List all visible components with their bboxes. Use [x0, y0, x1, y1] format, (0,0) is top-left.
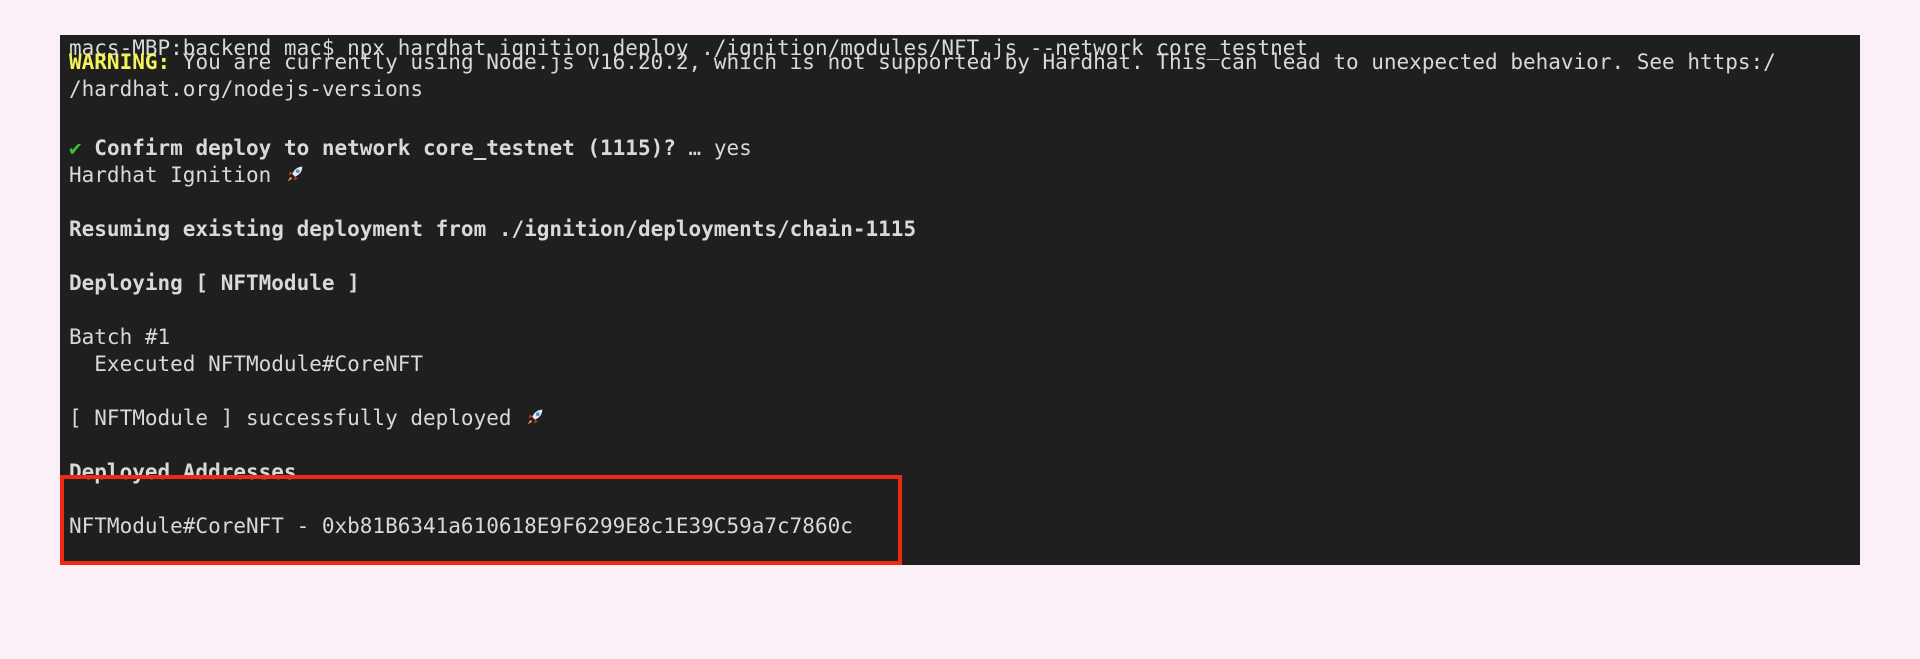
executed-line: Executed NFTModule#CoreNFT: [69, 351, 423, 378]
success-text: [ NFTModule ] successfully deployed: [69, 406, 525, 430]
executed-text: Executed NFTModule#CoreNFT: [69, 352, 424, 376]
ignition-title-line: Hardhat Ignition: [69, 162, 306, 189]
deploying-text: Deploying [ NFTModule ]: [69, 271, 360, 295]
confirm-answer: … yes: [675, 136, 752, 160]
warning-url-cont: /hardhat.org/nodejs-versions: [69, 77, 424, 101]
rocket-icon: [287, 166, 303, 182]
ignition-title: Hardhat Ignition: [69, 163, 284, 187]
resuming-text: Resuming existing deployment from ./igni…: [69, 217, 917, 241]
warning-text: You are currently using Node.js v16.20.2…: [170, 50, 1776, 74]
rocket-icon: [527, 409, 543, 425]
deploying-line: Deploying [ NFTModule ]: [69, 270, 360, 297]
batch-text: Batch #1: [69, 325, 171, 349]
confirm-prompt: Confirm deploy to network core_testnet (…: [81, 136, 676, 160]
success-line: [ NFTModule ] successfully deployed: [69, 405, 546, 432]
terminal-window[interactable]: macs-MBP:backend mac$ npx hardhat igniti…: [60, 35, 1860, 565]
warning-line: WARNING: You are currently using Node.js…: [69, 49, 1776, 76]
batch-line: Batch #1: [69, 324, 170, 351]
warning-label: WARNING:: [69, 50, 171, 74]
warning-continuation: /hardhat.org/nodejs-versions: [69, 76, 423, 103]
highlight-box: [60, 475, 902, 565]
checkmark-icon: ✔: [69, 136, 82, 160]
resuming-line: Resuming existing deployment from ./igni…: [69, 216, 916, 243]
confirm-line: ✔ Confirm deploy to network core_testnet…: [69, 135, 752, 162]
